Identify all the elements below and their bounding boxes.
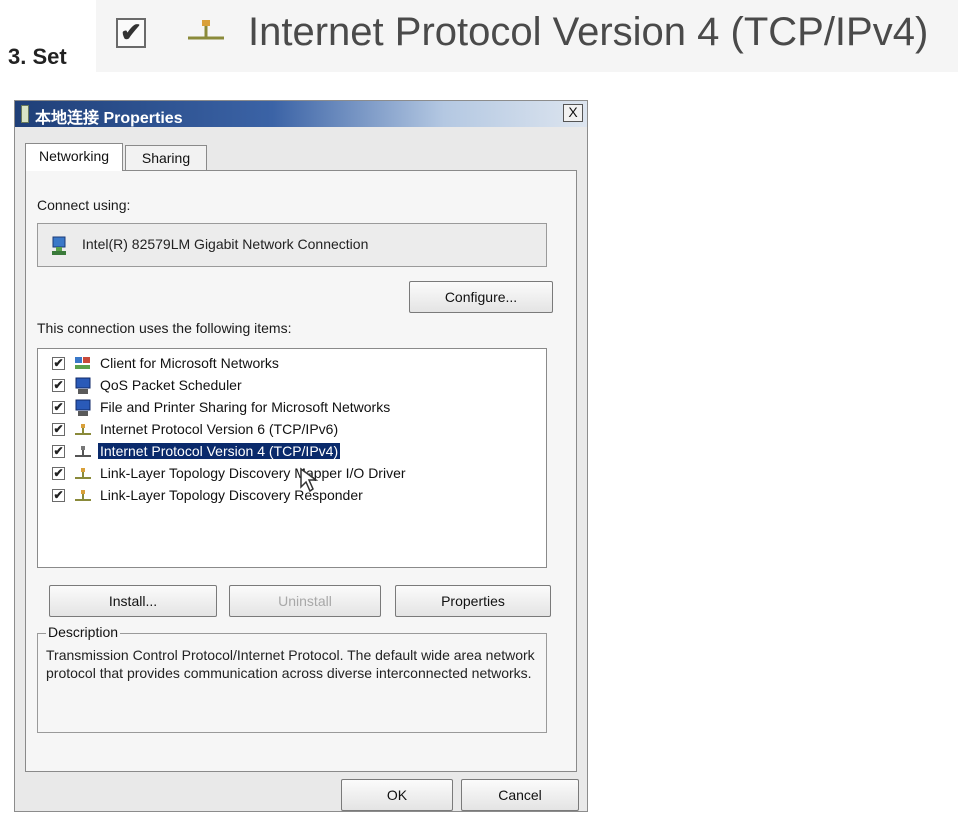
list-item[interactable]: ✔ File and Printer Sharing for Microsoft…: [38, 397, 546, 419]
list-item[interactable]: ✔ Client for Microsoft Networks: [38, 353, 546, 375]
network-client-icon: [75, 357, 90, 369]
description-title: Description: [46, 624, 121, 640]
items-list[interactable]: ✔ Client for Microsoft Networks ✔ QoS Pa…: [37, 348, 547, 568]
mouse-cursor-icon: [300, 467, 319, 493]
uninstall-button[interactable]: Uninstall: [229, 585, 381, 617]
item-label: Link-Layer Topology Discovery Responder: [100, 487, 363, 503]
description-text: Transmission Control Protocol/Internet P…: [46, 647, 535, 681]
connect-using-label: Connect using:: [37, 197, 131, 213]
window-icon: [21, 105, 29, 123]
item-label: File and Printer Sharing for Microsoft N…: [100, 399, 391, 415]
banner-item-label: Internet Protocol Version 4 (TCP/IPv4): [248, 10, 929, 54]
computer-service-icon: [75, 399, 91, 416]
item-label: Link-Layer Topology Discovery Mapper I/O…: [100, 465, 406, 481]
protocol-icon: [188, 20, 224, 40]
item-label: Client for Microsoft Networks: [100, 355, 279, 371]
item-checkbox[interactable]: ✔: [52, 423, 65, 436]
tab-sharing[interactable]: Sharing: [125, 145, 207, 171]
title-bar[interactable]: 本地连接 Properties X: [15, 101, 587, 127]
banner-checkbox: ✔: [116, 18, 146, 48]
protocol-icon: [75, 490, 91, 501]
ok-button[interactable]: OK: [341, 779, 453, 811]
item-label: Internet Protocol Version 6 (TCP/IPv6): [100, 421, 339, 437]
step-label: 3. Set: [8, 44, 67, 69]
item-checkbox[interactable]: ✔: [52, 379, 65, 392]
item-label: QoS Packet Scheduler: [100, 377, 242, 393]
item-checkbox[interactable]: ✔: [52, 357, 65, 370]
properties-button[interactable]: Properties: [395, 585, 551, 617]
item-checkbox[interactable]: ✔: [52, 401, 65, 414]
list-item[interactable]: ✔ QoS Packet Scheduler: [38, 375, 546, 397]
network-adapter-icon: [52, 236, 66, 255]
list-item[interactable]: ✔ Link-Layer Topology Discovery Mapper I…: [38, 463, 546, 485]
protocol-icon: [75, 468, 91, 479]
close-button[interactable]: X: [563, 104, 583, 122]
adapter-box: Intel(R) 82579LM Gigabit Network Connect…: [37, 223, 547, 267]
list-item[interactable]: ✔ Internet Protocol Version 6 (TCP/IPv6): [38, 419, 546, 441]
item-checkbox[interactable]: ✔: [52, 467, 65, 480]
protocol-icon: [75, 446, 91, 457]
item-checkbox[interactable]: ✔: [52, 489, 65, 502]
configure-button[interactable]: Configure...: [409, 281, 553, 313]
adapter-name: Intel(R) 82579LM Gigabit Network Connect…: [82, 236, 369, 252]
items-label: This connection uses the following items…: [37, 320, 292, 336]
item-checkbox[interactable]: ✔: [52, 445, 65, 458]
computer-service-icon: [75, 377, 91, 394]
install-button[interactable]: Install...: [49, 585, 217, 617]
cancel-button[interactable]: Cancel: [461, 779, 579, 811]
item-label: Internet Protocol Version 4 (TCP/IPv4): [98, 443, 341, 459]
list-item-selected[interactable]: ✔ Internet Protocol Version 4 (TCP/IPv4): [38, 441, 546, 463]
description-group: Description Transmission Control Protoco…: [37, 624, 547, 733]
tab-networking[interactable]: Networking: [25, 143, 123, 171]
protocol-icon: [75, 424, 91, 435]
list-item[interactable]: ✔ Link-Layer Topology Discovery Responde…: [38, 485, 546, 507]
instruction-banner: ✔ Internet Protocol Version 4 (TCP/IPv4): [96, 0, 958, 72]
window-title: 本地连接 Properties: [35, 110, 183, 127]
properties-dialog: 本地连接 Properties X Networking Sharing Con…: [14, 100, 588, 812]
